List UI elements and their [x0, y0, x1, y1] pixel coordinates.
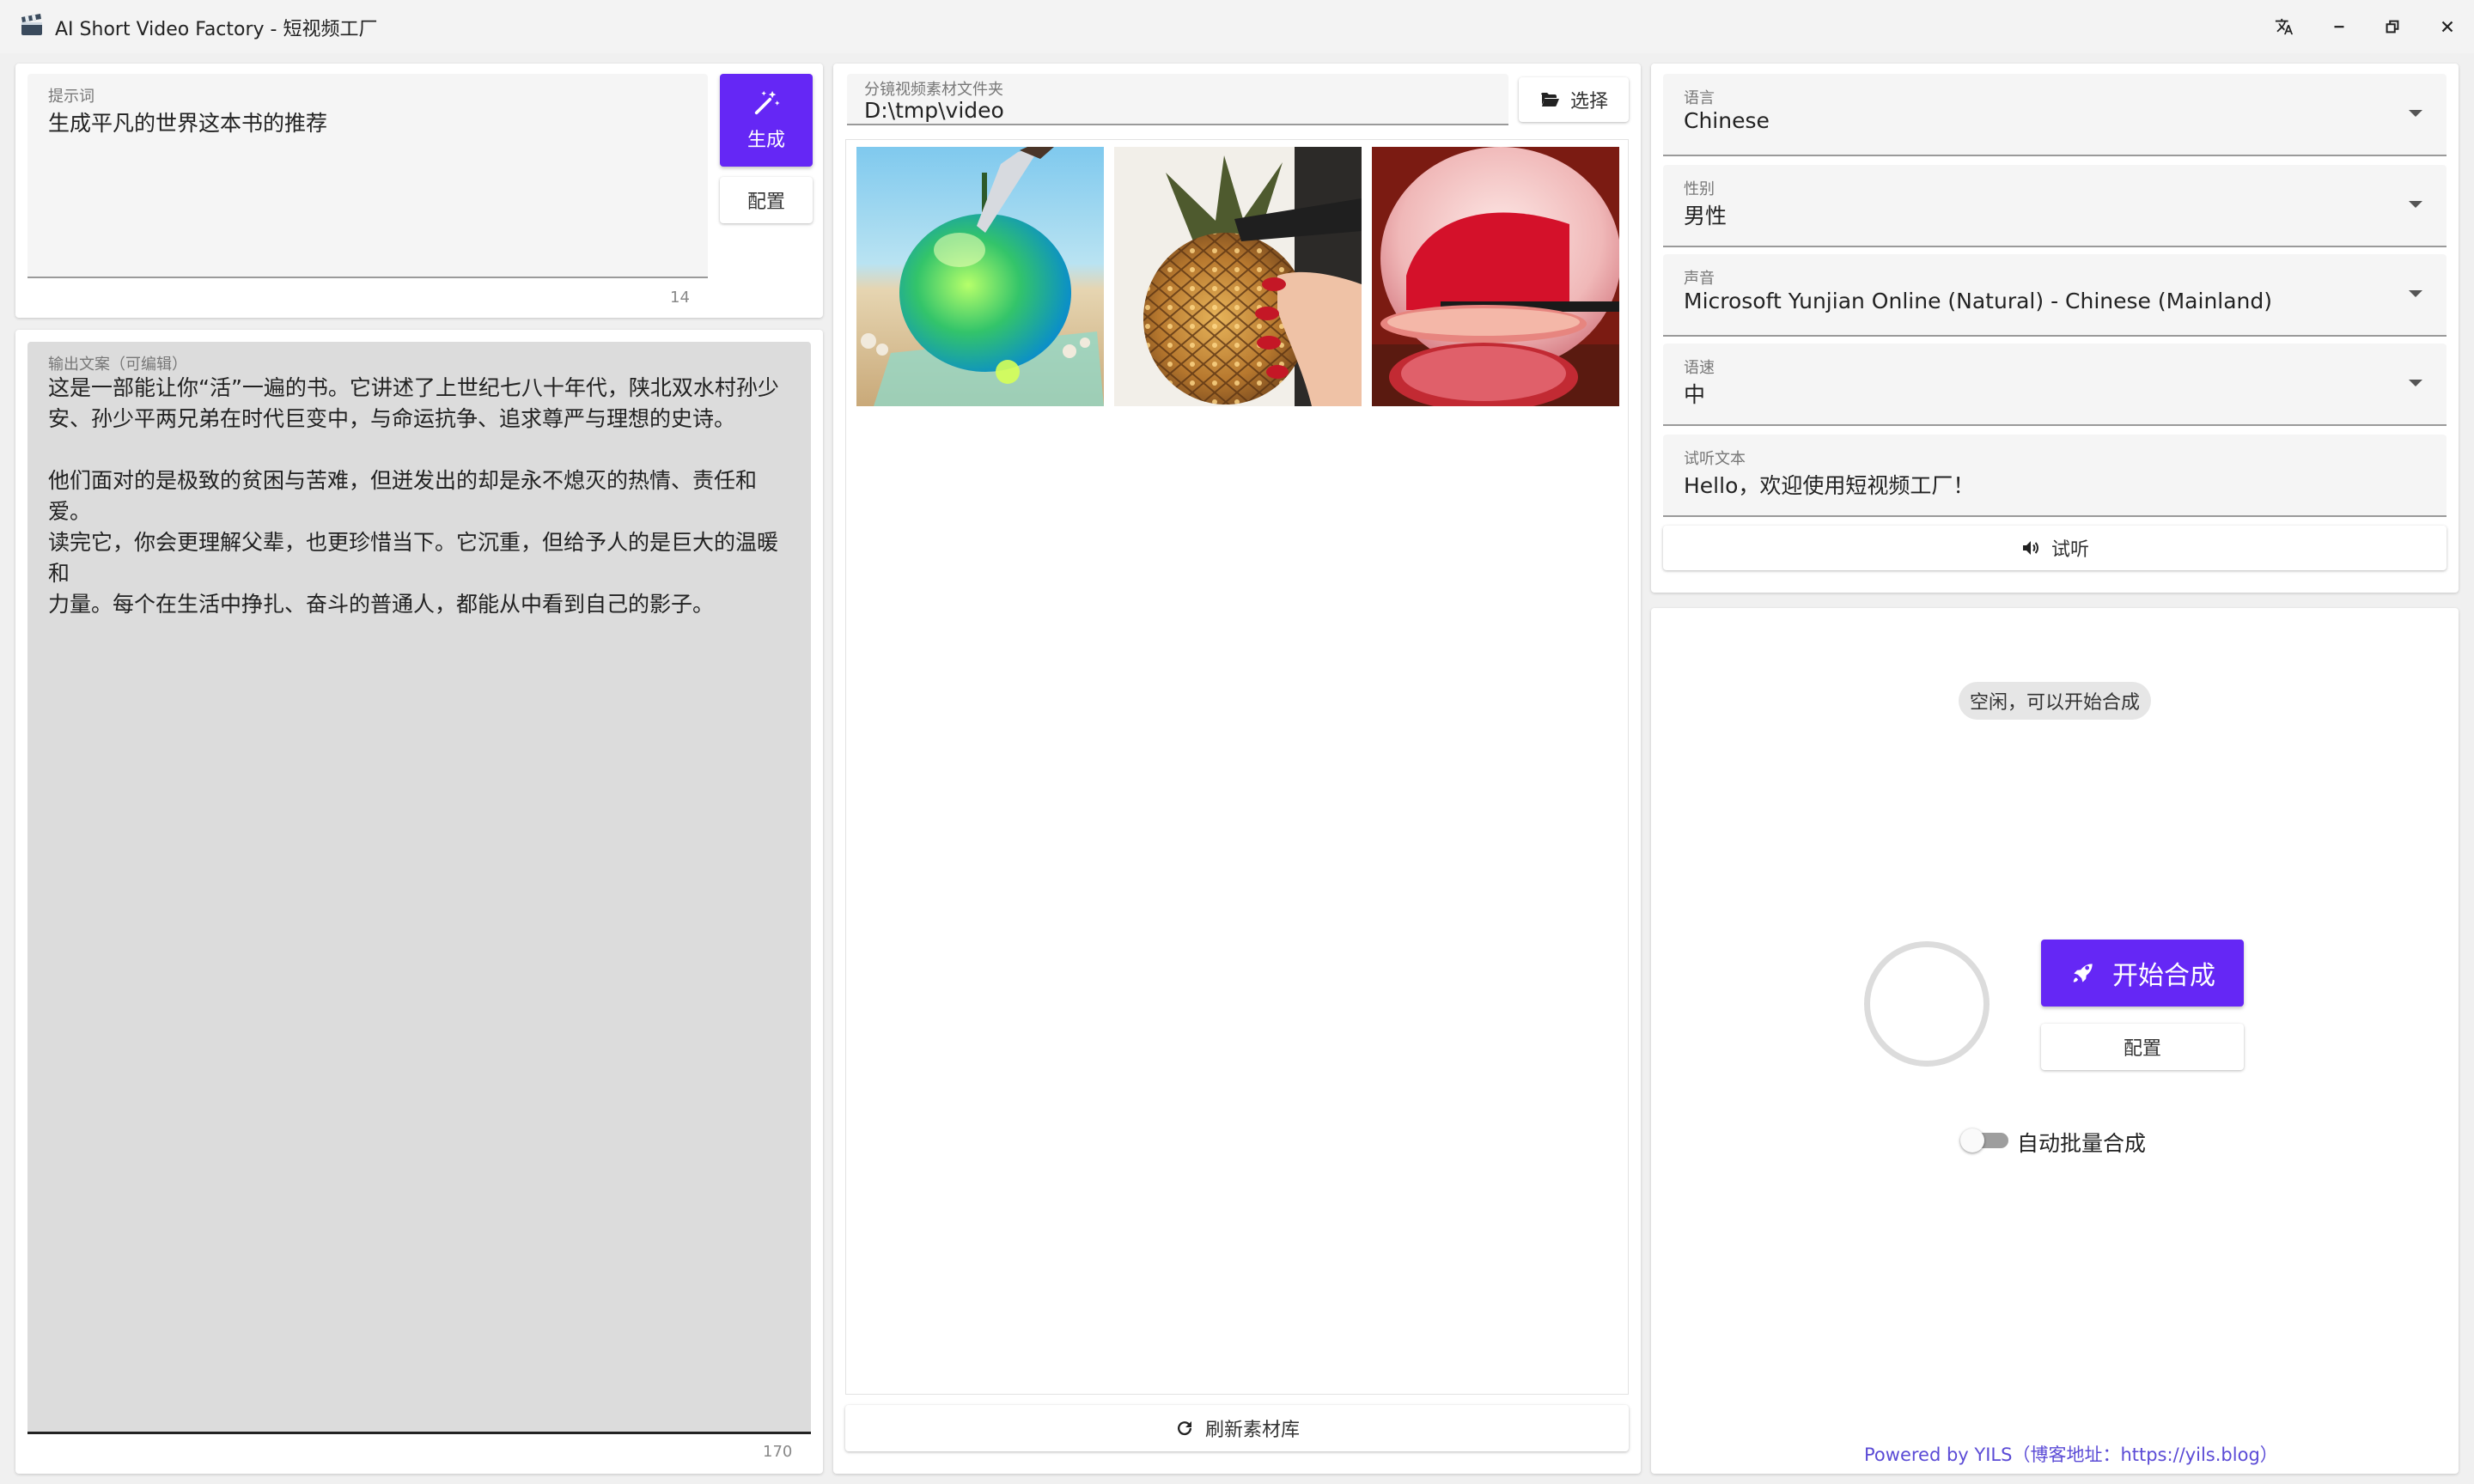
- refresh-materials-label: 刷新素材库: [1204, 1420, 1300, 1441]
- language-label: 语言: [1684, 89, 1715, 107]
- footer-link[interactable]: Powered by YILS（博客地址：https://yils.blog）: [1864, 1441, 2278, 1467]
- status-badge: 空闲，可以开始合成: [1959, 682, 2151, 720]
- select-folder-button[interactable]: 选择: [1519, 77, 1629, 122]
- test-text-value[interactable]: Hello，欢迎使用短视频工厂！: [1684, 469, 1974, 500]
- generate-label: 生成: [746, 130, 785, 151]
- output-label: 输出文案（可编辑）: [48, 356, 187, 374]
- magic-wand-icon: [754, 90, 780, 115]
- gender-select[interactable]: 性别 男性: [1663, 165, 2447, 247]
- chevron-down-icon: [2409, 201, 2422, 208]
- start-compose-label: 开始合成: [2112, 961, 2215, 991]
- prompt-label: 提示词: [48, 88, 94, 106]
- prompt-config-button[interactable]: 配置: [720, 177, 813, 223]
- refresh-materials-button[interactable]: 刷新素材库: [845, 1405, 1629, 1451]
- rocket-icon: [2073, 964, 2093, 982]
- test-text-input[interactable]: 试听文本 Hello，欢迎使用短视频工厂！: [1663, 435, 2447, 517]
- window-title: AI Short Video Factory - 短视频工厂: [55, 19, 378, 40]
- output-textarea[interactable]: 输出文案（可编辑） 这是一部能让你“活”一遍的书。它讲述了上世纪七八十年代，陕北…: [27, 342, 811, 1434]
- material-thumbnail[interactable]: [1372, 147, 1619, 406]
- translate-icon: [2275, 18, 2294, 35]
- chevron-down-icon: [2409, 290, 2422, 297]
- material-gallery: [845, 139, 1629, 1395]
- voice-select[interactable]: 声音 Microsoft Yunjian Online (Natural) - …: [1663, 254, 2447, 337]
- voice-value: Microsoft Yunjian Online (Natural) - Chi…: [1684, 289, 2273, 313]
- translate-button[interactable]: [2258, 0, 2311, 53]
- select-folder-label: 选择: [1569, 91, 1608, 113]
- close-icon: [2441, 21, 2453, 33]
- volume-icon: [2022, 541, 2038, 555]
- prompt-value[interactable]: 生成平凡的世界这本书的推荐: [48, 106, 327, 137]
- output-text[interactable]: 这是一部能让你“活”一遍的书。它讲述了上世纪七八十年代，陕北双水村孙少 安、孙少…: [48, 373, 795, 620]
- refresh-icon: [1177, 1421, 1191, 1436]
- gender-label: 性别: [1684, 180, 1715, 198]
- generate-button[interactable]: 生成: [720, 74, 813, 167]
- prompt-input[interactable]: 提示词 生成平凡的世界这本书的推荐: [27, 74, 708, 278]
- restore-icon: [2386, 20, 2399, 33]
- listen-button[interactable]: 试听: [1663, 526, 2447, 570]
- material-thumbnail[interactable]: [856, 147, 1104, 406]
- output-char-count: 170: [763, 1443, 793, 1461]
- prompt-config-label: 配置: [746, 192, 785, 213]
- restore-button[interactable]: [2366, 0, 2419, 53]
- auto-batch-label: 自动批量合成: [2017, 1131, 2147, 1156]
- auto-batch-toggle[interactable]: [1960, 1127, 2008, 1153]
- chevron-down-icon: [2409, 110, 2422, 117]
- language-value: Chinese: [1684, 108, 1770, 133]
- minimize-icon: [2334, 26, 2344, 28]
- folder-open-icon: [1540, 93, 1559, 106]
- close-button[interactable]: [2421, 0, 2474, 53]
- title-bar: AI Short Video Factory - 短视频工厂: [0, 0, 2474, 53]
- glass-pineapple-image: [1114, 147, 1362, 406]
- listen-label: 试听: [2050, 539, 2089, 561]
- toggle-thumb: [1960, 1128, 1984, 1153]
- test-text-label: 试听文本: [1684, 450, 1746, 468]
- glass-apple-image: [856, 147, 1104, 406]
- gender-value: 男性: [1684, 204, 1728, 228]
- compose-config-label: 配置: [2123, 1038, 2161, 1060]
- progress-ring: [1864, 941, 1990, 1067]
- compose-config-button[interactable]: 配置: [2041, 1024, 2244, 1070]
- minimize-button[interactable]: [2313, 0, 2366, 53]
- prompt-char-count: 14: [670, 289, 690, 307]
- speed-value: 中: [1684, 382, 1706, 407]
- clapperboard-icon: [21, 14, 42, 35]
- material-thumbnail[interactable]: [1114, 147, 1362, 406]
- start-compose-button[interactable]: 开始合成: [2041, 940, 2244, 1007]
- chevron-down-icon: [2409, 380, 2422, 386]
- folder-path-input[interactable]: 分镜视频素材文件夹 D:\tmp\video: [847, 74, 1508, 125]
- voice-label: 声音: [1684, 270, 1715, 288]
- speed-select[interactable]: 语速 中: [1663, 344, 2447, 426]
- speed-label: 语速: [1684, 359, 1715, 377]
- red-fruit-slice-image: [1372, 147, 1619, 406]
- folder-value[interactable]: D:\tmp\video: [864, 98, 1004, 123]
- folder-label: 分镜视频素材文件夹: [864, 81, 1003, 99]
- language-select[interactable]: 语言 Chinese: [1663, 74, 2447, 156]
